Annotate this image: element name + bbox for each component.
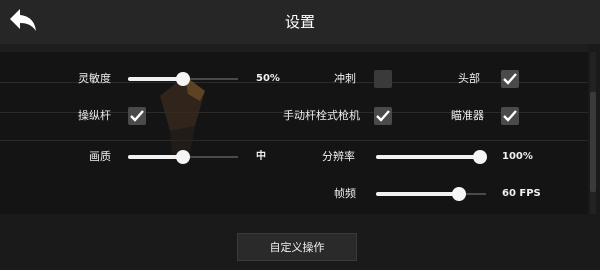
checkmark-icon xyxy=(376,107,390,126)
resolution-value: 100% xyxy=(502,151,533,162)
head-label: 头部 xyxy=(458,72,480,85)
custom-controls-button[interactable]: 自定义操作 xyxy=(237,233,357,261)
slider-thumb[interactable] xyxy=(176,150,190,164)
quality-label: 画质 xyxy=(89,150,111,163)
dash-label: 冲刺 xyxy=(334,72,356,85)
quality-value: 中 xyxy=(256,151,266,162)
slider-thumb[interactable] xyxy=(451,187,466,201)
manual-bolt-rifle-checkbox[interactable] xyxy=(374,107,392,125)
head-checkbox[interactable] xyxy=(501,70,519,88)
sensitivity-label: 灵敏度 xyxy=(78,72,111,85)
joystick-label: 操纵杆 xyxy=(78,109,111,122)
back-arrow-icon xyxy=(8,7,38,37)
slider-thumb[interactable] xyxy=(473,150,487,164)
sensitivity-value: 50% xyxy=(256,73,280,84)
quality-slider[interactable] xyxy=(128,150,238,164)
scrollbar[interactable] xyxy=(590,52,596,214)
slider-thumb[interactable] xyxy=(176,72,190,86)
sensitivity-slider[interactable] xyxy=(128,72,238,86)
checkmark-icon xyxy=(503,70,517,89)
checkmark-icon xyxy=(503,107,517,126)
joystick-checkbox[interactable] xyxy=(128,107,146,125)
resolution-slider[interactable] xyxy=(376,150,487,164)
resolution-label: 分辨率 xyxy=(322,150,355,163)
fps-label: 帧频 xyxy=(334,187,356,200)
crosshair-label: 瞄准器 xyxy=(451,109,484,122)
divider xyxy=(0,140,588,141)
crosshair-checkbox[interactable] xyxy=(501,107,519,125)
panel-top-edge xyxy=(0,44,588,52)
manual-bolt-rifle-label: 手动杆栓式枪机 xyxy=(283,109,360,122)
dash-checkbox[interactable] xyxy=(374,70,392,88)
page-title: 设置 xyxy=(284,13,315,31)
scroll-thumb[interactable] xyxy=(590,92,596,192)
fps-slider[interactable] xyxy=(376,187,486,201)
checkmark-icon xyxy=(130,107,144,126)
fps-value: 60 FPS xyxy=(502,188,541,199)
back-button[interactable] xyxy=(6,6,40,38)
